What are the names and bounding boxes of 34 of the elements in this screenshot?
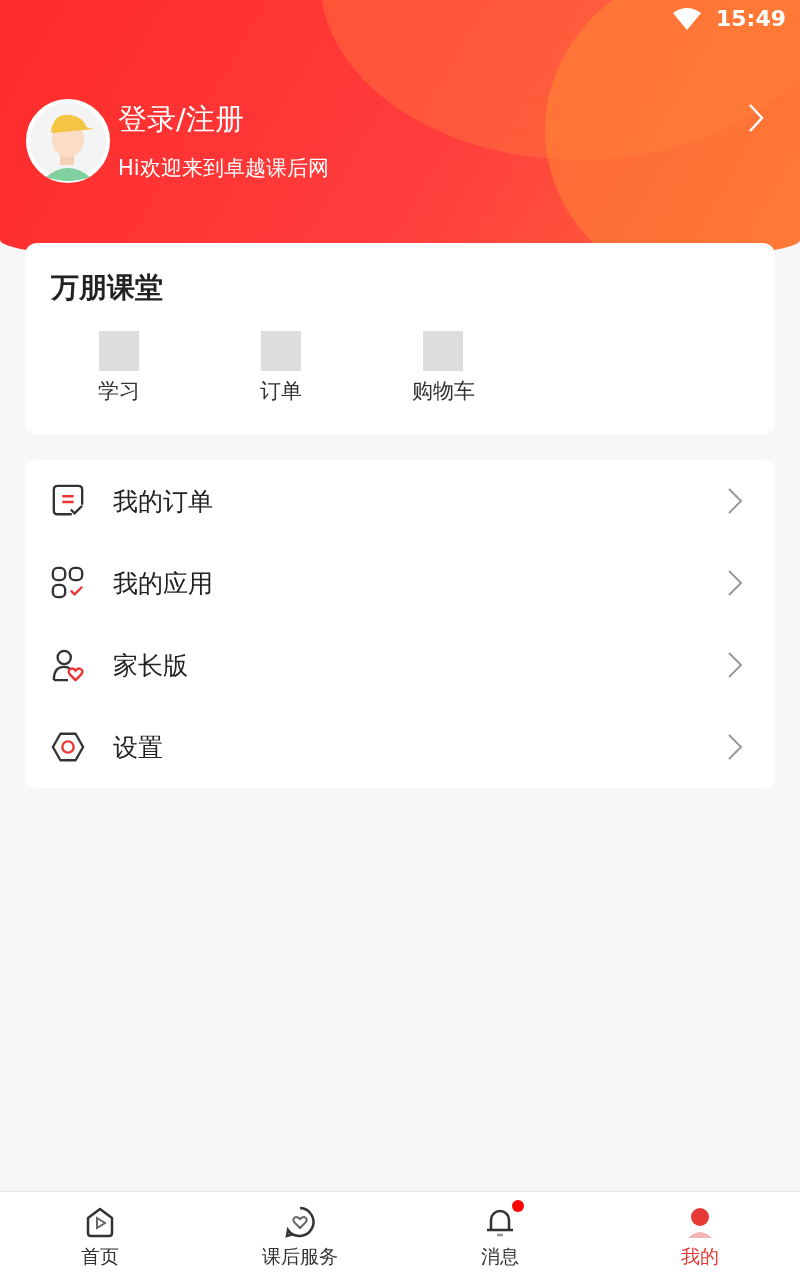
status-time: 15:49: [715, 6, 786, 31]
chevron-right-icon[interactable]: [748, 103, 764, 133]
heart-bubble-icon: [284, 1206, 316, 1238]
shortcut-label[interactable]: 购物车: [411, 377, 475, 405]
menu-label: 我的订单: [113, 485, 214, 518]
home-play-icon: [84, 1206, 116, 1238]
menu-label: 家长版: [113, 649, 189, 682]
placeholder-icon[interactable]: [99, 331, 139, 371]
tab[interactable]: 消息: [400, 1192, 600, 1280]
checklist-icon: [51, 484, 85, 518]
menu-label: 设置: [113, 731, 164, 764]
card-title: 万朋课堂: [51, 270, 164, 306]
chevron-right-icon: [727, 651, 743, 679]
chevron-right-icon: [727, 569, 743, 597]
settings-icon: [51, 730, 85, 764]
menu-item[interactable]: 设置: [25, 706, 775, 788]
tab[interactable]: 我的: [600, 1192, 800, 1280]
tab[interactable]: 首页: [0, 1192, 200, 1280]
menu-item[interactable]: 我的应用: [25, 542, 775, 624]
tab[interactable]: 课后服务: [200, 1192, 400, 1280]
shortcut-label[interactable]: 订单: [260, 377, 302, 405]
menu-item[interactable]: 家长版: [25, 624, 775, 706]
placeholder-icon[interactable]: [423, 331, 463, 371]
wifi-icon: [671, 6, 702, 31]
apps-icon: [51, 566, 85, 600]
chevron-right-icon: [727, 487, 743, 515]
login-register-link[interactable]: 登录/注册: [118, 100, 748, 140]
menu-item[interactable]: 我的订单: [25, 460, 775, 542]
placeholder-icon[interactable]: [261, 331, 301, 371]
shortcut-label[interactable]: 学习: [98, 377, 140, 405]
menu-label: 我的应用: [113, 567, 214, 600]
person-heart-icon: [51, 648, 85, 682]
chevron-right-icon: [727, 733, 743, 761]
welcome-text: Hi欢迎来到卓越课后网: [118, 155, 330, 182]
